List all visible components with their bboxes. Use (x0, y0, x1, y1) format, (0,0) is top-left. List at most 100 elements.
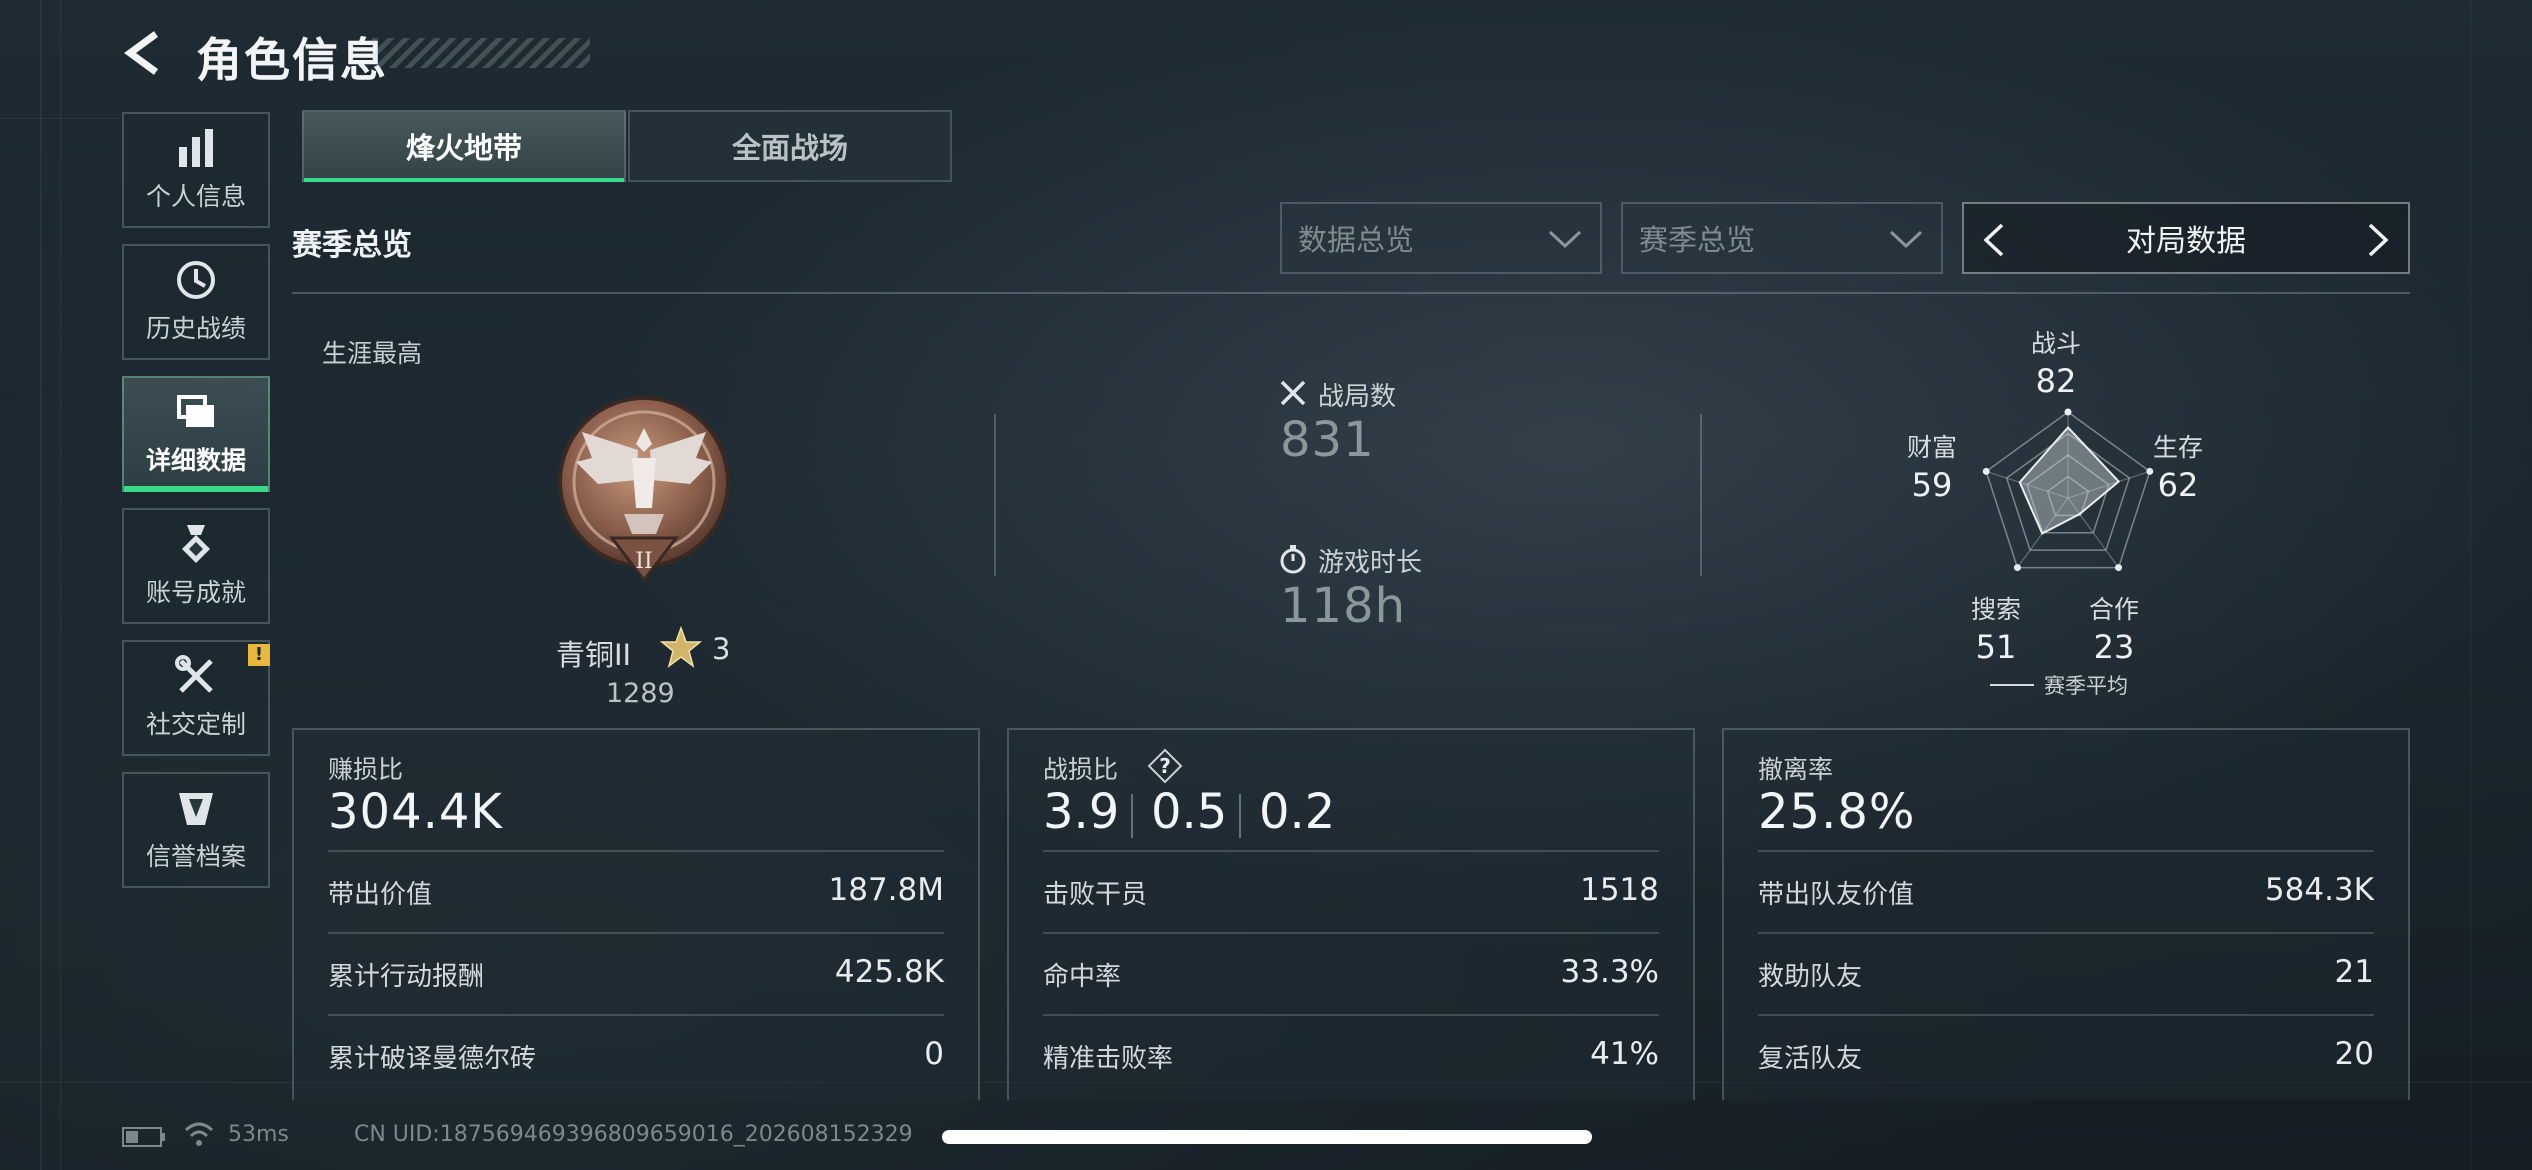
sidebar-item-label: 个人信息 (145, 182, 246, 211)
stat-row-value: 41% (1590, 1036, 1659, 1072)
sidebar-item-label: 账号成就 (145, 578, 246, 607)
kd-value-1: 3.9 (1043, 784, 1120, 840)
data-overview-dropdown[interactable]: 数据总览 (1280, 202, 1602, 274)
matches-label: 战局数 (1318, 382, 1397, 412)
stat-row-value: 21 (2334, 954, 2374, 990)
help-question-icon[interactable]: ? (1147, 748, 1183, 784)
kd-value-2: 0.5 (1151, 784, 1228, 840)
notification-badge: ! (248, 644, 270, 666)
stat-row-label: 复活队友 (1758, 1044, 1863, 1074)
stopwatch-icon (1280, 545, 1306, 574)
radar-vertex-search (2013, 564, 2021, 572)
card-title: 战损比 (1043, 755, 1119, 784)
title-decoration (372, 38, 590, 68)
sidebar-item-label: 社交定制 (145, 710, 246, 739)
dropdown-value: 数据总览 (1298, 223, 1415, 257)
kd-ratio-card: 战损比 ? 3.9 0.5 0.2 击败干员 1518 命中率 33.3% 精准… (1007, 728, 1695, 1100)
stat-row: 精准击败率 41% (1043, 1014, 1659, 1096)
tab-full-battlefield[interactable]: 全面战场 (628, 110, 952, 182)
player-uid: CN UID:18756946939680965​9016_2026081523… (354, 1122, 913, 1147)
divider (1131, 794, 1133, 838)
radar-vertex-teamwork (2115, 564, 2123, 572)
sidebar-item-label: 历史战绩 (145, 314, 246, 343)
season-dropdown[interactable]: 赛季总览 (1621, 202, 1943, 274)
stat-row: 带出价值 187.8M (328, 850, 944, 932)
sidebar-item-history[interactable]: 历史战绩 (122, 244, 270, 360)
radar-value-survival: 62 (2157, 466, 2199, 504)
stat-row: 累计破译曼德尔砖 0 (328, 1014, 944, 1096)
playtime-label: 游戏时长 (1318, 548, 1423, 578)
radar-value-polygon (2018, 425, 2121, 535)
stat-row-value: 1518 (1580, 872, 1659, 908)
stat-row-value: 20 (2334, 1036, 2374, 1072)
home-indicator[interactable] (942, 1130, 1592, 1144)
rank-star-count: 3 (712, 632, 731, 666)
svg-text:II: II (635, 549, 652, 574)
chevron-down-icon (1548, 230, 1582, 249)
sidebar-item-label: 详细数据 (145, 446, 246, 475)
card-title: 撤离率 (1758, 755, 1834, 784)
card-main-value: 304.4K (328, 784, 503, 840)
sidebar-item-credit-record[interactable]: 信誉档案 (122, 772, 270, 888)
radar-value-teamwork: 23 (2093, 628, 2135, 666)
sidebar-item-personal-info[interactable]: 个人信息 (122, 112, 270, 228)
ping-value: 53ms (228, 1122, 289, 1147)
stat-row-label: 带出队友价值 (1758, 880, 1915, 910)
stat-row-label: 击败干员 (1043, 880, 1148, 910)
radar-value-combat: 82 (2035, 362, 2077, 400)
section-title: 赛季总览 (292, 228, 412, 263)
radar-legend: 赛季平均 (2044, 674, 2128, 698)
bar-chart-icon (179, 129, 213, 167)
divider (994, 414, 996, 576)
tab-fire-zone[interactable]: 烽火地带 (302, 110, 626, 182)
stat-row-label: 累计破译曼德尔砖 (328, 1044, 537, 1074)
chevron-right-icon[interactable] (2364, 222, 2392, 258)
rank-name: 青铜II (556, 638, 632, 672)
stat-row-label: 精准击败率 (1043, 1044, 1174, 1074)
stat-row: 累计行动报酬 425.8K (328, 932, 944, 1014)
playtime-value: 118h (1280, 578, 1407, 634)
radar-label-combat: 战斗 (2030, 329, 2081, 358)
stat-row-label: 救助队友 (1758, 962, 1863, 992)
stat-row-value: 33.3% (1560, 954, 1659, 990)
stat-row: 带出队友价值 584.3K (1758, 850, 2374, 932)
card-title: 赚损比 (328, 755, 404, 784)
stat-row: 复活队友 20 (1758, 1014, 2374, 1096)
stat-row-value: 425.8K (834, 954, 944, 990)
sidebar-item-achievements[interactable]: 账号成就 (122, 508, 270, 624)
wifi-icon (184, 1122, 214, 1146)
stat-row-value: 584.3K (2264, 872, 2374, 908)
kd-value-3: 0.2 (1259, 784, 1336, 840)
sidebar-item-label: 信誉档案 (145, 842, 246, 871)
bronze-eagle-rank-emblem-icon: II (558, 396, 730, 583)
match-data-switcher: 对局数据 (1962, 202, 2410, 274)
svg-text:?: ? (1159, 754, 1171, 778)
career-best-label: 生涯最高 (322, 339, 423, 368)
stat-row-label: 累计行动报酬 (328, 962, 485, 992)
chevron-down-icon (1889, 230, 1923, 249)
battery-icon (122, 1127, 165, 1147)
extraction-rate-card: 撤离率 25.8% 带出队友价值 584.3K 救助队友 21 复活队友 20 (1722, 728, 2410, 1100)
matches-value: 831 (1280, 412, 1375, 468)
stat-row-label: 带出价值 (328, 880, 433, 910)
stat-row: 击败干员 1518 (1043, 850, 1659, 932)
radar-label-teamwork: 合作 (2088, 595, 2139, 624)
sidebar-item-detailed-data[interactable]: 详细数据 (122, 376, 270, 492)
divider (292, 292, 2410, 294)
divider (1239, 794, 1241, 838)
divider (1700, 414, 1702, 576)
radar-value-search: 51 (1975, 628, 2017, 666)
chevron-left-icon[interactable] (1980, 222, 2008, 258)
radar-vertex-combat (2064, 408, 2072, 416)
folder-stack-icon (177, 395, 214, 427)
star-icon (660, 626, 702, 668)
rank-score: 1289 (606, 678, 675, 709)
radar-label-wealth: 财富 (1906, 433, 1957, 462)
stat-row-value: 0 (924, 1036, 944, 1072)
page-title: 角色信息 (196, 33, 388, 87)
sidebar-item-social-custom[interactable]: 社交定制 ! (122, 640, 270, 756)
profit-ratio-card: 赚损比 304.4K 带出价值 187.8M 累计行动报酬 425.8K 累计破… (292, 728, 980, 1100)
tools-icon (175, 655, 213, 693)
back-arrow-icon[interactable] (122, 30, 168, 76)
history-clock-icon (177, 261, 215, 299)
